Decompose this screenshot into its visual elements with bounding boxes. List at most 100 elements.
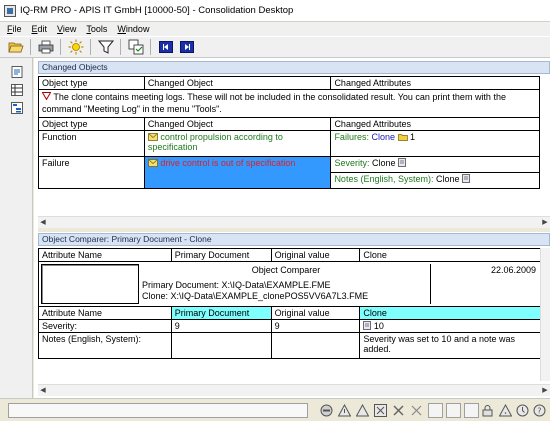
print-icon[interactable] <box>36 38 55 56</box>
scroll-left-icon[interactable]: ◀ <box>38 218 48 228</box>
changed-attributes-cell: Severity: Clone <box>330 156 540 173</box>
object-type-cell: Failure <box>38 156 145 189</box>
side-toolbar <box>0 58 33 398</box>
warning-icon[interactable] <box>337 403 352 417</box>
cross-mark-alt-icon[interactable] <box>410 404 423 417</box>
column-header-original-value[interactable]: Original value <box>270 248 361 262</box>
stop-sign-icon[interactable] <box>320 404 333 417</box>
attribute-value[interactable]: Clone <box>436 174 460 184</box>
help-icon[interactable]: ? <box>533 404 546 417</box>
table-subheader-row: Attribute Name Primary Document Original… <box>38 306 542 320</box>
alert-triangle-icon[interactable] <box>498 403 513 417</box>
changed-objects-table: Object type Changed Object Changed Attri… <box>38 76 540 189</box>
table-subheader-row: Object type Changed Object Changed Attri… <box>38 117 540 131</box>
structure-view-icon[interactable] <box>11 102 23 114</box>
horizontal-scrollbar[interactable]: ◀ ▶ <box>38 216 550 228</box>
changed-object-cell[interactable]: control propulsion according to specific… <box>143 130 332 157</box>
column-header-object-type[interactable]: Object type <box>38 76 145 90</box>
comparer-info-block: Object Comparer Primary Document: X:\IQ-… <box>142 264 431 304</box>
changed-attributes-cell: Notes (English, System): Clone <box>330 172 540 189</box>
status-box[interactable] <box>464 403 479 418</box>
scroll-right-icon[interactable]: ▶ <box>540 218 550 228</box>
menu-view[interactable]: View <box>52 24 81 34</box>
toolbar-separator <box>150 39 151 55</box>
navigate-forward-icon[interactable] <box>177 38 196 56</box>
subheader-clone: Clone <box>359 306 542 320</box>
attribute-count: 1 <box>410 132 416 142</box>
attribute-name-cell: Severity: <box>38 319 172 333</box>
status-box[interactable] <box>428 403 443 418</box>
subheader-object-type: Object type <box>38 117 145 131</box>
sun-settings-icon[interactable] <box>66 38 85 56</box>
subheader-original-value: Original value <box>270 306 361 320</box>
subheader-changed-object: Changed Object <box>143 117 332 131</box>
triangle-up-icon[interactable] <box>355 403 370 417</box>
navigate-back-icon[interactable] <box>156 38 175 56</box>
comparer-box-title: Object Comparer <box>251 265 321 275</box>
compare-icon[interactable] <box>126 38 145 56</box>
attribute-name-cell: Notes (English, System): <box>38 332 172 359</box>
logo-placeholder <box>41 264 139 304</box>
timer-icon[interactable] <box>516 404 529 417</box>
comparer-info-cell: Object Comparer Primary Document: X:\IQ-… <box>38 261 542 307</box>
clone-value-cell: 10 <box>359 319 542 333</box>
table-header-row: Attribute Name Primary Document Original… <box>38 248 542 262</box>
clone-value-cell: Severity was set to 10 and a note was ad… <box>359 332 542 359</box>
attribute-value[interactable]: Clone <box>371 132 395 142</box>
toolbar-separator <box>120 39 121 55</box>
subheader-changed-attributes: Changed Attributes <box>330 117 540 131</box>
scroll-right-icon[interactable]: ▶ <box>540 386 550 396</box>
status-text-field <box>8 403 308 418</box>
table-row[interactable]: Notes (English, System): Severity was se… <box>38 332 542 359</box>
warning-triangle-icon <box>41 92 52 102</box>
table-header-row: Object type Changed Object Changed Attri… <box>38 76 540 90</box>
cross-mark-icon[interactable] <box>392 404 405 417</box>
menu-file[interactable]: File <box>2 24 27 34</box>
cross-box-icon[interactable] <box>374 404 387 417</box>
menu-tools[interactable]: Tools <box>81 24 112 34</box>
original-value-cell <box>270 332 361 359</box>
comparer-date: 22.06.2009 <box>490 265 536 275</box>
document-icon <box>363 321 372 331</box>
document-icon <box>398 158 406 168</box>
changed-object-cell-selected[interactable]: drive control is out of specification <box>143 156 332 189</box>
column-header-clone[interactable]: Clone <box>359 248 542 262</box>
folder-flag-icon <box>397 132 408 142</box>
attribute-label: Failures: <box>334 132 369 142</box>
column-header-changed-object[interactable]: Changed Object <box>143 76 332 90</box>
meeting-log-notice: The clone contains meeting logs. These w… <box>38 89 540 118</box>
main-content: Changed Objects Object type Changed Obje… <box>34 58 550 398</box>
splitter[interactable] <box>38 228 550 232</box>
document-view-icon[interactable] <box>11 66 23 78</box>
status-box[interactable] <box>446 403 461 418</box>
attribute-value[interactable]: Clone <box>372 158 396 168</box>
svg-text:?: ? <box>537 407 541 416</box>
primary-value-cell <box>170 332 272 359</box>
menu-edit[interactable]: Edit <box>27 24 53 34</box>
table-row[interactable]: Function control propulsion according to… <box>38 130 540 157</box>
column-header-primary-document[interactable]: Primary Document <box>170 248 272 262</box>
object-comparer-table: Attribute Name Primary Document Original… <box>38 248 542 359</box>
notice-row: The clone contains meeting logs. These w… <box>38 89 540 118</box>
column-header-attribute-name[interactable]: Attribute Name <box>38 248 172 262</box>
filter-icon[interactable] <box>96 38 115 56</box>
lock-icon[interactable] <box>481 404 494 417</box>
app-icon <box>4 4 16 17</box>
open-folder-icon[interactable] <box>6 38 25 56</box>
table-row[interactable]: Severity: 9 9 10 <box>38 319 542 333</box>
table-view-icon[interactable] <box>11 84 23 96</box>
comparer-info-row: Object Comparer Primary Document: X:\IQ-… <box>38 261 542 307</box>
scroll-left-icon[interactable]: ◀ <box>38 386 48 396</box>
object-comparer-header: Object Comparer: Primary Document - Clon… <box>38 233 550 246</box>
notice-text: The clone contains meeting logs. These w… <box>42 92 506 114</box>
changed-object-text: control propulsion according to specific… <box>147 132 283 152</box>
table-row[interactable]: Failure drive control is out of specific… <box>38 156 540 189</box>
object-type-cell: Function <box>38 130 145 157</box>
envelope-icon <box>147 158 158 168</box>
attribute-label: Notes (English, System): <box>334 174 434 184</box>
toolbar <box>0 36 550 58</box>
horizontal-scrollbar[interactable]: ◀ ▶ <box>38 384 550 396</box>
menu-window[interactable]: Window <box>112 24 154 34</box>
column-header-changed-attributes[interactable]: Changed Attributes <box>330 76 540 90</box>
vertical-scrollbar[interactable] <box>540 248 550 381</box>
